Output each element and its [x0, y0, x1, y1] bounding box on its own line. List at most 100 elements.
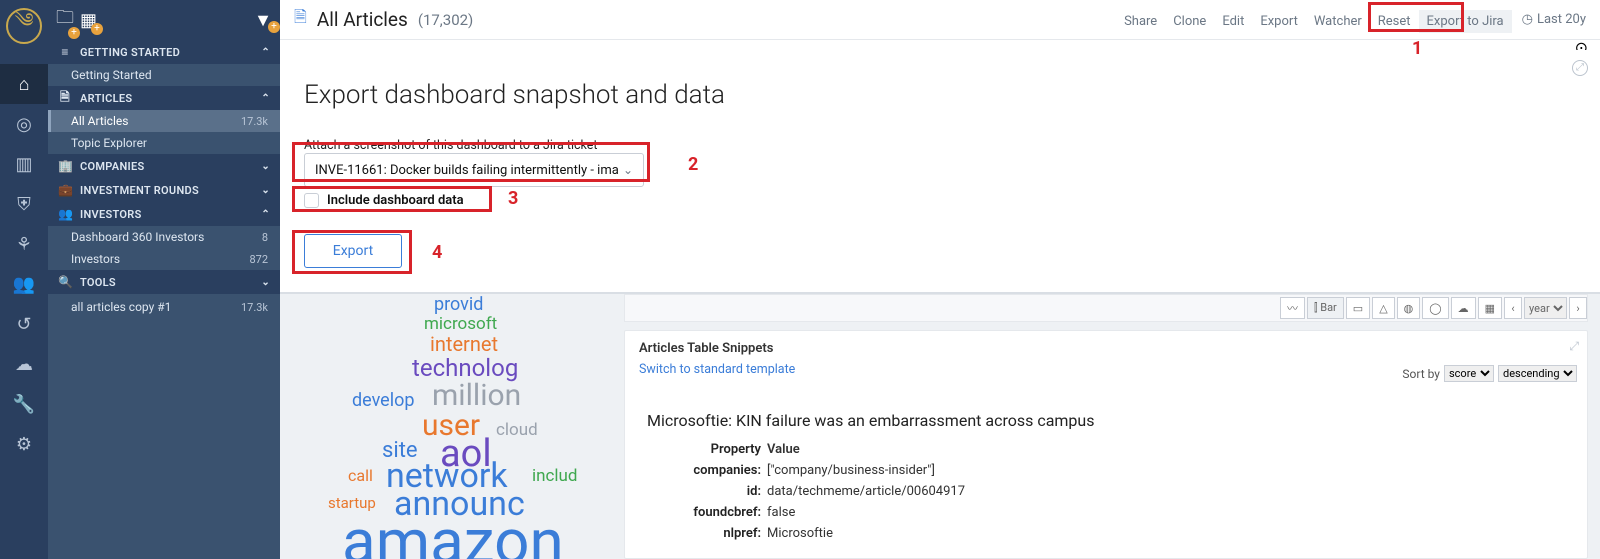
wordcloud-term[interactable]: develop — [352, 390, 414, 411]
wordcloud-term[interactable]: cloud — [496, 420, 538, 440]
sidebar-item-label: Investors — [71, 252, 249, 266]
header-action-share[interactable]: Share — [1116, 10, 1165, 33]
area-icon[interactable]: ▭ — [1346, 297, 1370, 319]
header-action-reset[interactable]: Reset — [1370, 10, 1419, 33]
history-icon[interactable]: ↺ — [0, 304, 48, 344]
bar-icon[interactable]: ⫿ Bar — [1307, 297, 1344, 319]
articles-panel: ⤢ Articles Table Snippets Switch to stan… — [624, 330, 1588, 559]
expand-icon[interactable]: ⤢ — [1569, 339, 1579, 354]
cloud-icon[interactable]: ☁ — [0, 344, 48, 384]
select-value: INVE-11661: Docker builds failing interm… — [315, 163, 623, 178]
sidebar-item-label: Getting Started — [71, 68, 268, 82]
chart-toolbar: 〰⫿ Bar▭△◍◯☁▦‹year› — [624, 294, 1588, 322]
header-action-edit[interactable]: Edit — [1214, 10, 1252, 33]
expand-icon[interactable]: ⤢ — [1572, 60, 1588, 76]
page-count: (17,302) — [418, 11, 473, 29]
export-button[interactable]: Export — [304, 234, 402, 268]
prop-key: nlpref: — [647, 526, 767, 541]
sidebar-group-articles[interactable]: 🗎ARTICLES⌃ — [48, 86, 280, 110]
sidebar-item[interactable]: Getting Started — [48, 64, 280, 86]
folder-add-icon[interactable]: 🗀+ — [56, 5, 74, 35]
sort-field-select[interactable]: score — [1444, 365, 1494, 382]
header-action-clone[interactable]: Clone — [1165, 10, 1214, 33]
sidebar-group-companies[interactable]: 🏢COMPANIES⌄ — [48, 154, 280, 178]
sidebar-item[interactable]: Investors872 — [48, 248, 280, 270]
chart-prev-icon[interactable]: ‹ — [1504, 297, 1522, 319]
compass-icon[interactable]: ◎ — [0, 104, 48, 144]
sidebar-item-count: 17.3k — [241, 115, 268, 128]
chart-icon[interactable]: ▥ — [0, 144, 48, 184]
users-icon[interactable]: 👥 — [0, 264, 48, 304]
table-icon[interactable]: ▦ — [1478, 297, 1502, 319]
main: 🗎 All Articles (17,302) ShareCloneEditEx… — [280, 0, 1600, 559]
filter-icon[interactable]: ▼+ — [254, 10, 272, 31]
app-logo-icon: ༄ — [6, 8, 42, 44]
chevron-icon: ⌃ — [261, 93, 270, 104]
group-icon: 🗎 — [58, 88, 72, 109]
header-action-watcher[interactable]: Watcher — [1306, 10, 1370, 33]
grid-add-icon[interactable]: ▦+ — [80, 10, 97, 31]
export-label: Attach a screenshot of this dashboard to… — [304, 138, 1576, 153]
chevron-icon: ⌃ — [261, 47, 270, 58]
sidebar-item[interactable]: All Articles17.3k — [48, 110, 280, 132]
wordcloud-term[interactable]: internet — [430, 332, 498, 356]
export-title: Export dashboard snapshot and data — [304, 80, 1576, 110]
sidebar-item[interactable]: Topic Explorer — [48, 132, 280, 154]
switch-template-link[interactable]: Switch to standard template — [639, 362, 795, 377]
sidebar-group-investment-rounds[interactable]: 💼INVESTMENT ROUNDS⌄ — [48, 178, 280, 202]
group-icon: 🏢 — [58, 159, 72, 173]
sort-controls: Sort by score descending — [1402, 365, 1577, 382]
wrench-icon[interactable]: 🔧 — [0, 384, 48, 424]
article-card: Microsoftie: KIN failure was an embarras… — [639, 407, 1573, 551]
jira-ticket-select[interactable]: INVE-11661: Docker builds failing interm… — [304, 153, 644, 187]
prop-value: ["company/business-insider"] — [767, 463, 935, 478]
pie-icon[interactable]: ◍ — [1397, 297, 1421, 319]
wordcloud-term[interactable]: microsoft — [424, 314, 497, 334]
panel-title: Articles Table Snippets — [639, 341, 1573, 356]
chart-next-icon[interactable]: › — [1569, 297, 1587, 319]
clock-icon: ◷ — [1522, 12, 1533, 27]
donut-icon[interactable]: ◯ — [1422, 297, 1448, 319]
shield-icon[interactable]: ⛨ — [0, 184, 48, 224]
sidebar-toolbar: 🗀+ ▦+ ▼+ — [48, 0, 280, 40]
page-title: All Articles — [317, 8, 408, 31]
scatter-icon[interactable]: △ — [1372, 297, 1394, 319]
sidebar-group-investors[interactable]: 👥INVESTORS⌃ — [48, 202, 280, 226]
header-action-export[interactable]: Export — [1252, 10, 1306, 33]
line-icon[interactable]: 〰 — [1280, 297, 1305, 319]
nav-rail: ༄ ⌂◎▥⛨⚘👥↺☁🔧⚙ — [0, 0, 48, 559]
wordcloud-term[interactable]: includ — [532, 466, 578, 486]
time-range[interactable]: ◷ Last 20y — [1522, 12, 1586, 27]
prop-value: Microsoftie — [767, 526, 833, 541]
chevron-icon: ⌄ — [261, 161, 270, 172]
wordcloud-term[interactable]: provid — [434, 294, 483, 315]
checkbox-icon — [304, 193, 319, 208]
include-data-checkbox[interactable]: Include dashboard data — [304, 193, 1576, 208]
export-panel: ⤢ Export dashboard snapshot and data Att… — [280, 50, 1600, 294]
chart-period-select[interactable]: year — [1524, 297, 1567, 319]
sidebar-group-tools[interactable]: 🔍TOOLS⌄ — [48, 270, 280, 294]
prop-value: false — [767, 505, 795, 520]
wordcloud-panel: providmicrosoftinternettechnologdevelopm… — [292, 294, 612, 559]
sidebar-item-label: all articles copy #1 — [71, 300, 241, 314]
wordcloud-term[interactable]: amazon — [342, 506, 564, 559]
sidebar-item-count: 872 — [249, 253, 268, 266]
seed-icon[interactable]: ⚘ — [0, 224, 48, 264]
prop-key: foundcbref: — [647, 505, 767, 520]
sidebar-item-label: All Articles — [71, 114, 241, 128]
sidebar-item-label: Topic Explorer — [71, 136, 268, 150]
cloud-icon[interactable]: ☁ — [1451, 297, 1476, 319]
wordcloud-term[interactable]: call — [348, 466, 373, 485]
prop-key: companies: — [647, 463, 767, 478]
sidebar-item[interactable]: Dashboard 360 Investors8 — [48, 226, 280, 248]
article-title: Microsoftie: KIN failure was an embarras… — [647, 411, 1565, 430]
group-icon: 🔍 — [58, 275, 72, 289]
sidebar-loose-item[interactable]: all articles copy #1 17.3k — [48, 296, 280, 318]
chevron-icon: ⌄ — [261, 185, 270, 196]
sidebar-group-getting-started[interactable]: ≡GETTING STARTED⌃ — [48, 40, 280, 64]
sort-direction-select[interactable]: descending — [1498, 365, 1577, 382]
gear-icon[interactable]: ⚙ — [0, 424, 48, 464]
header-action-export-to-jira[interactable]: Export to Jira — [1419, 10, 1512, 33]
home-icon[interactable]: ⌂ — [0, 64, 48, 104]
chevron-icon: ⌃ — [261, 209, 270, 220]
